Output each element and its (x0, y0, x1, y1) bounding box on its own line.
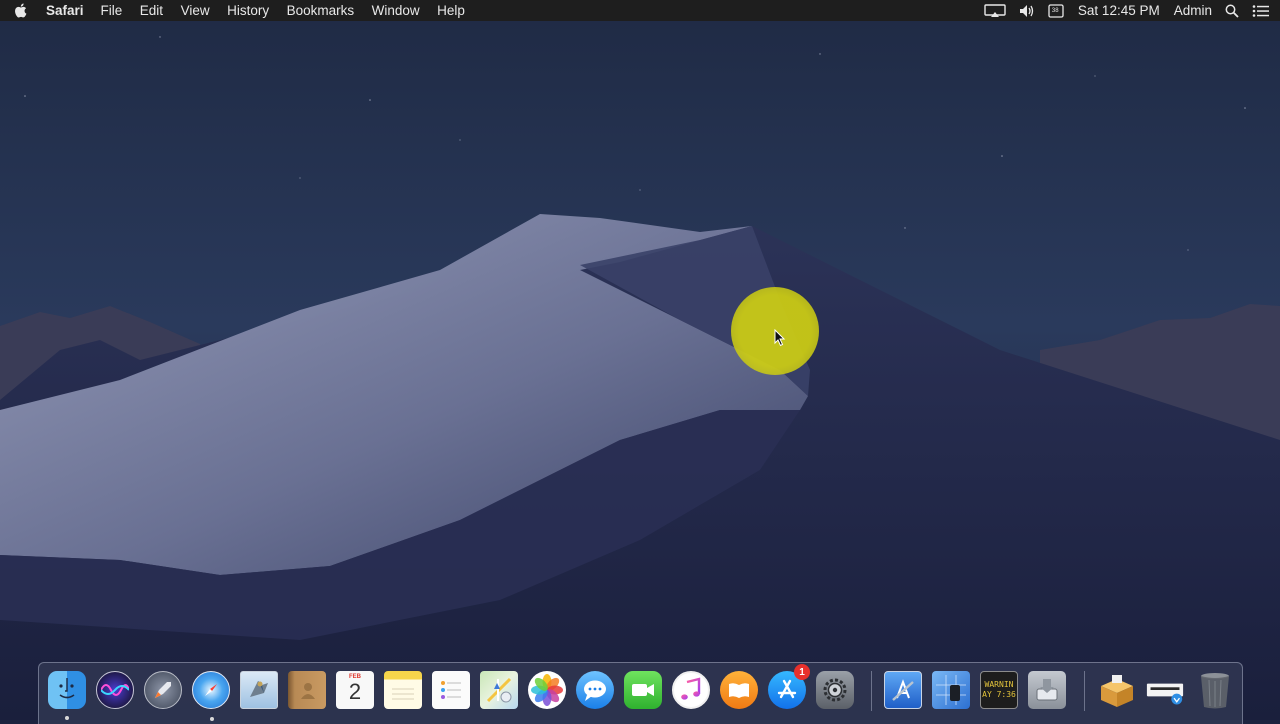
photos-icon (531, 674, 563, 706)
dock-notes[interactable] (384, 671, 422, 709)
dock-siri[interactable] (96, 671, 134, 709)
dock-photos[interactable] (528, 671, 566, 709)
dock-contacts[interactable] (288, 671, 326, 709)
menu-bar-status: 38 Sat 12:45 PM Admin (971, 0, 1270, 21)
dock: FEB 2 1 WARNIN AY 7:36 (38, 662, 1243, 724)
keyboard-input-menu-icon[interactable]: 38 (1048, 3, 1064, 18)
siri-icon (101, 684, 129, 696)
dock-installer[interactable] (1098, 671, 1136, 709)
menu-bookmarks[interactable]: Bookmarks (287, 3, 355, 18)
dock-safari[interactable] (192, 671, 230, 721)
dock-disk-utility[interactable] (1028, 671, 1066, 709)
dock-mail[interactable] (240, 671, 278, 709)
menu-bar-clock[interactable]: Sat 12:45 PM (1078, 3, 1160, 18)
console-line-2: AY 7:36 (982, 690, 1016, 699)
dock-launchpad[interactable] (144, 671, 182, 709)
dock-separator (871, 671, 872, 711)
menu-app-name[interactable]: Safari (46, 3, 84, 18)
spotlight-search-icon[interactable] (1225, 4, 1239, 18)
menu-file[interactable]: File (101, 3, 123, 18)
trash-icon (1201, 673, 1229, 709)
menu-bar-user[interactable]: Admin (1174, 3, 1212, 18)
app-store-icon (777, 679, 797, 699)
console-line-1: WARNIN (984, 680, 1014, 689)
reminders-icon (441, 681, 461, 699)
dock-reminders[interactable] (432, 671, 470, 709)
dock-maps[interactable] (480, 671, 518, 709)
safari-icon (205, 684, 217, 696)
xcode-icon (892, 679, 914, 701)
running-indicator (65, 716, 69, 720)
menu-bar-left: Safari File Edit View History Bookmarks … (14, 0, 482, 21)
dock-calendar[interactable]: FEB 2 (336, 671, 374, 709)
update-badge: 1 (794, 664, 810, 680)
mail-icon (250, 681, 268, 697)
menu-edit[interactable]: Edit (140, 3, 163, 18)
keyboard-badge-text: 38 (1051, 7, 1059, 14)
itunes-icon (681, 677, 701, 700)
dock-console[interactable]: WARNIN AY 7:36 (980, 671, 1018, 709)
menu-window[interactable]: Window (372, 3, 420, 18)
mouse-pointer-icon (774, 329, 786, 347)
facetime-icon (632, 684, 654, 696)
dock-downloads-stack[interactable] (1146, 671, 1184, 709)
dock-finder[interactable] (48, 671, 86, 720)
dock-trash[interactable] (1196, 671, 1234, 709)
downloads-stack-icon (1146, 683, 1184, 705)
dock-facetime[interactable] (624, 671, 662, 709)
dock-simulator[interactable] (932, 671, 970, 709)
disk-utility-icon (1036, 679, 1058, 701)
desktop-wallpaper (0, 0, 1280, 720)
installer-icon (1101, 675, 1133, 707)
notes-icon (392, 688, 414, 700)
airplay-display-icon[interactable] (984, 3, 1006, 18)
dock-separator (1084, 671, 1085, 711)
dock-xcode[interactable] (884, 671, 922, 709)
menu-help[interactable]: Help (437, 3, 465, 18)
running-indicator (210, 717, 214, 721)
dock-system-preferences[interactable] (816, 671, 854, 709)
system-preferences-icon (823, 678, 847, 702)
dock-app-store[interactable]: 1 (768, 664, 810, 709)
launchpad-icon (155, 682, 171, 698)
finder-icon (59, 678, 75, 699)
dock-messages[interactable] (576, 671, 614, 709)
maps-icon (486, 677, 512, 703)
contacts-icon (301, 683, 315, 699)
books-icon (729, 683, 749, 698)
calendar-icon (336, 671, 374, 709)
apple-menu-icon[interactable] (14, 3, 28, 19)
volume-icon[interactable] (1019, 4, 1035, 18)
simulator-icon (936, 675, 966, 705)
notification-center-icon[interactable] (1252, 4, 1270, 18)
menu-history[interactable]: History (227, 3, 269, 18)
menu-view[interactable]: View (181, 3, 210, 18)
dock-itunes[interactable] (672, 671, 710, 709)
menu-bar: Safari File Edit View History Bookmarks … (0, 0, 1280, 21)
messages-icon (584, 680, 606, 701)
dock-books[interactable] (720, 671, 758, 709)
